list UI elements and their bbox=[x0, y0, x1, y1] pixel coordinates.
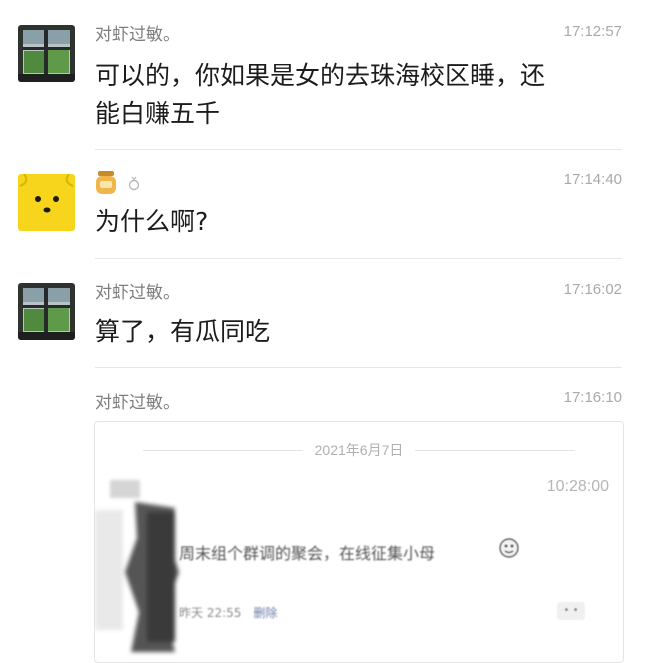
message-divider bbox=[95, 258, 622, 259]
message-text-line: 能白赚五千 bbox=[95, 99, 221, 128]
sender-avatar-bear[interactable] bbox=[18, 174, 75, 231]
sender-name[interactable]: 对虾过敏。 bbox=[95, 393, 180, 413]
message-time: 17:12:57 bbox=[563, 23, 622, 40]
ring-icon bbox=[129, 176, 140, 191]
message-time: 17:16:02 bbox=[563, 281, 622, 298]
blurred-screenshot[interactable]: 周末组个群调的聚会，在线征集小母 昨天 22:55 删除 • • bbox=[95, 502, 623, 662]
redacted-sender-name bbox=[110, 480, 140, 498]
forwarded-chat-record-card[interactable]: 2021年6月7日 10:28:00 周末组个群调的聚会，在线征集小母 昨天 2… bbox=[94, 421, 624, 663]
sender-name[interactable]: 对虾过敏。 bbox=[95, 283, 180, 303]
message-divider bbox=[95, 367, 622, 368]
message-text: 算了，有瓜同吃 bbox=[95, 317, 271, 346]
message-divider bbox=[95, 149, 622, 150]
sender-name-icons[interactable] bbox=[95, 171, 140, 195]
record-message-time: 10:28:00 bbox=[546, 478, 609, 495]
separator-line bbox=[415, 450, 575, 451]
post-date: 昨天 22:55 bbox=[179, 606, 242, 620]
message-time: 17:16:10 bbox=[563, 389, 622, 406]
post-delete-link[interactable]: 删除 bbox=[253, 606, 277, 620]
sender-name[interactable]: 对虾过敏。 bbox=[95, 25, 180, 45]
sender-avatar-window[interactable] bbox=[18, 25, 75, 82]
redaction-scribble bbox=[95, 502, 179, 652]
sender-avatar-window[interactable] bbox=[18, 283, 75, 340]
message-text-line: 可以的，你如果是女的去珠海校区睡，还 bbox=[95, 61, 546, 90]
like-comment-button[interactable]: • • bbox=[557, 602, 585, 620]
honey-jar-icon bbox=[96, 171, 116, 194]
message-time: 17:14:40 bbox=[563, 171, 622, 188]
post-text: 周末组个群调的聚会，在线征集小母 bbox=[179, 544, 436, 563]
message-text: 可以的，你如果是女的去珠海校区睡，还 能白赚五千 bbox=[95, 57, 615, 133]
emoji-face-icon bbox=[499, 538, 519, 558]
date-separator: 2021年6月7日 bbox=[95, 440, 623, 460]
message-text: 为什么啊? bbox=[95, 207, 209, 236]
post-meta: 昨天 22:55 删除 bbox=[179, 604, 277, 621]
